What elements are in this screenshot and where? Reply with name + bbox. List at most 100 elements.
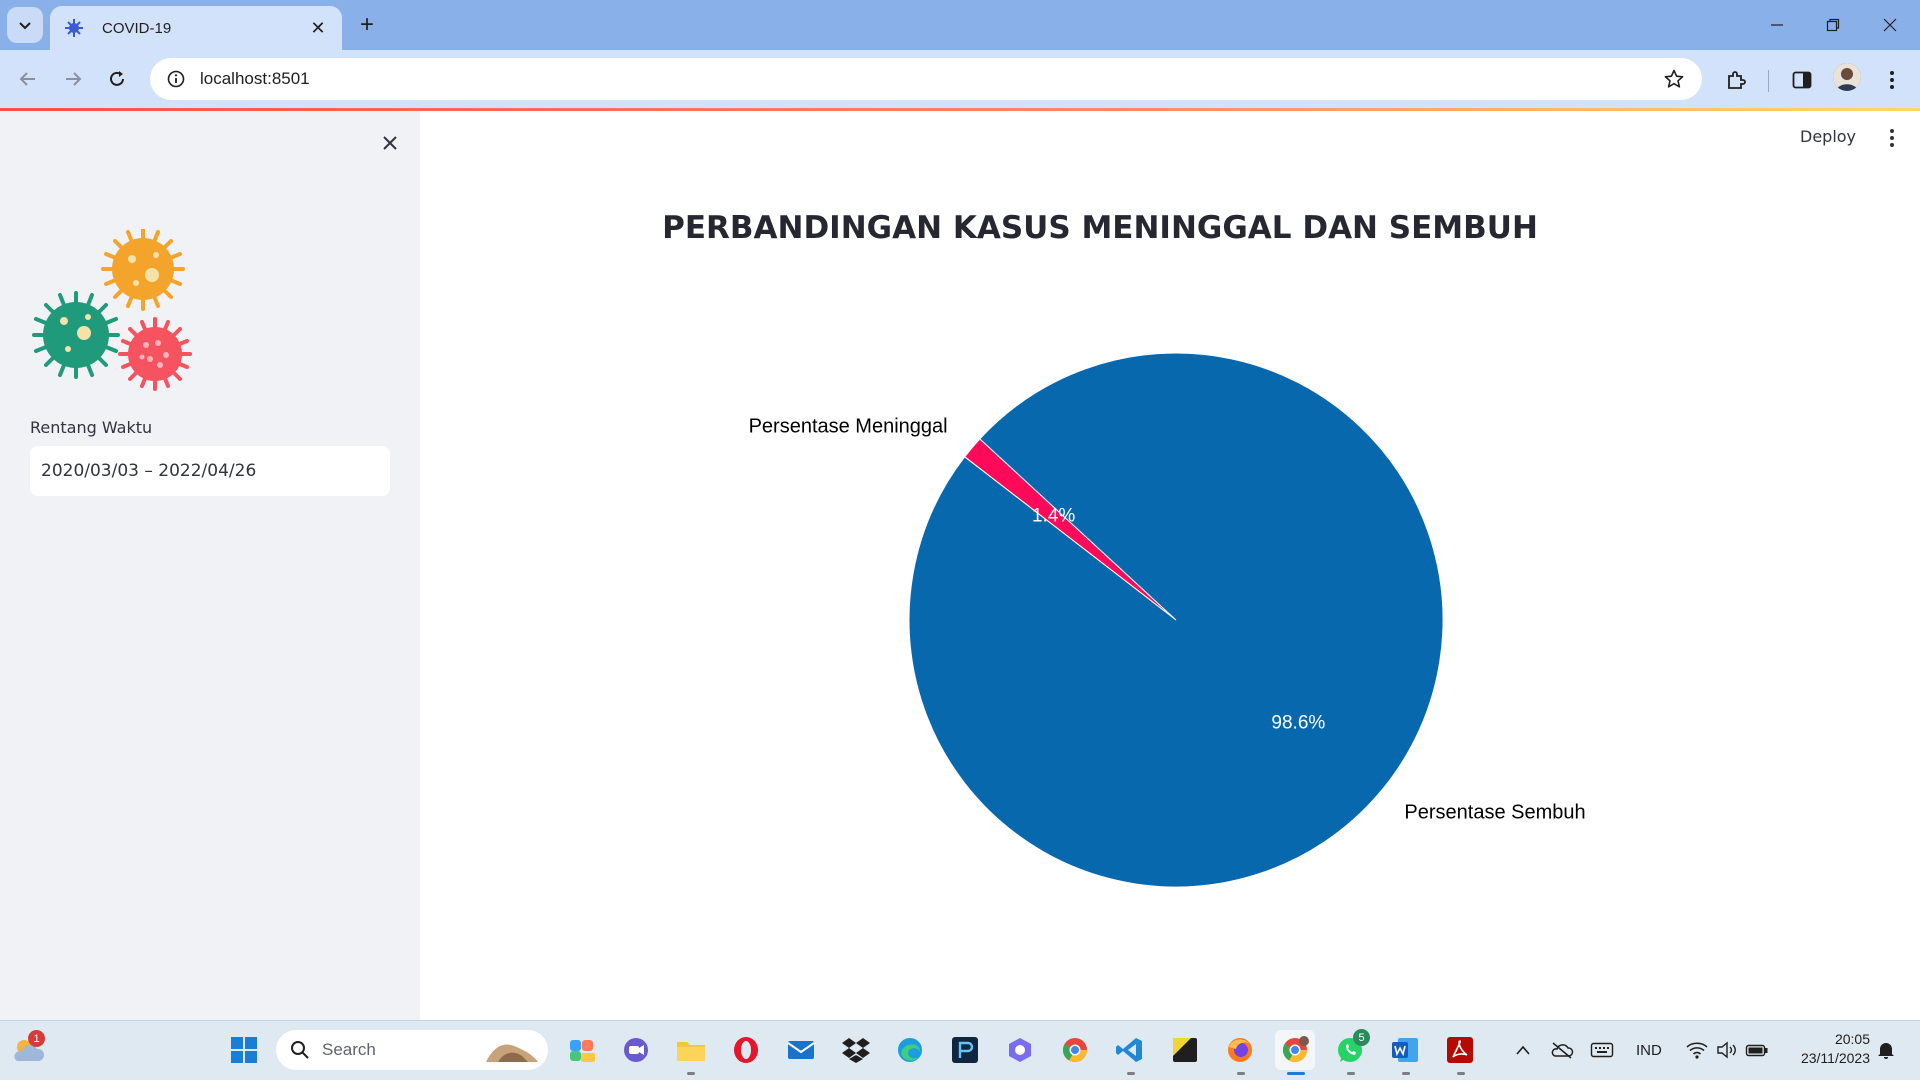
chrome-profile-icon <box>1282 1036 1309 1063</box>
taskbar-mail[interactable] <box>781 1030 821 1070</box>
start-button[interactable] <box>224 1030 264 1070</box>
forward-button[interactable] <box>56 62 90 96</box>
virus-favicon-icon <box>64 18 84 38</box>
whatsapp-badge: 5 <box>1353 1029 1370 1046</box>
pie-value-label-meninggal: 1.4% <box>1032 506 1075 527</box>
chevron-down-icon <box>19 22 31 30</box>
toolbar-divider <box>1768 70 1769 92</box>
more-vertical-icon <box>1890 129 1894 147</box>
taskbar-chrome-profile[interactable] <box>1275 1030 1315 1070</box>
tray-keyboard[interactable] <box>1582 1030 1622 1070</box>
tab-title: COVID-19 <box>102 19 172 37</box>
close-window-button[interactable] <box>1868 8 1912 42</box>
minimize-button[interactable] <box>1755 8 1799 42</box>
taskbar-word[interactable] <box>1385 1030 1425 1070</box>
sidebar: Rentang Waktu 2020/03/03 – 2022/04/26 <box>0 111 420 1020</box>
deploy-button[interactable]: Deploy <box>1800 127 1856 146</box>
search-label: Search <box>322 1040 376 1059</box>
back-button[interactable] <box>11 62 45 96</box>
taskbar-firefox[interactable] <box>1220 1030 1260 1070</box>
battery-charging-icon <box>1745 1044 1768 1057</box>
volume-icon <box>1717 1041 1736 1059</box>
running-indicator <box>1457 1072 1465 1075</box>
tab-search-button[interactable] <box>7 7 43 43</box>
edge-icon <box>898 1038 922 1062</box>
taskbar-copilot[interactable] <box>562 1030 602 1070</box>
date-range-label: Rentang Waktu <box>30 418 153 437</box>
taskbar-sticky-notes[interactable] <box>1165 1030 1205 1070</box>
chevron-up-icon <box>1516 1045 1530 1055</box>
running-indicator <box>1402 1072 1410 1075</box>
pie-value-label-sembuh: 98.6% <box>1271 712 1325 733</box>
profile-avatar[interactable] <box>1833 63 1861 91</box>
avatar-icon <box>1833 63 1861 91</box>
tray-battery[interactable] <box>1737 1030 1777 1070</box>
arrow-left-icon <box>19 72 35 86</box>
taskbar-dropbox[interactable] <box>836 1030 876 1070</box>
close-icon <box>1883 18 1897 32</box>
pie-category-label-meninggal: Persentase Meninggal <box>749 415 948 437</box>
clock-date: 23/11/2023 <box>1800 1050 1870 1066</box>
browser-tabbar: COVID-19 ✕ + <box>0 0 1920 50</box>
app-menu-button[interactable] <box>1882 126 1902 150</box>
tray-cloud[interactable] <box>1542 1030 1582 1070</box>
pdf-icon <box>1447 1037 1473 1063</box>
bell-icon <box>1878 1043 1894 1059</box>
bookmark-star-icon[interactable] <box>1662 67 1686 91</box>
browser-toolbar: localhost:8501 <box>0 50 1920 108</box>
restore-button[interactable] <box>1811 8 1855 42</box>
reload-icon <box>110 71 124 86</box>
chart-title: PERBANDINGAN KASUS MENINGGAL DAN SEMBUH <box>662 210 1538 246</box>
restore-icon <box>1826 18 1840 32</box>
minimize-icon <box>1771 24 1783 26</box>
virus-logo-icon <box>32 229 192 391</box>
chrome-icon <box>1062 1038 1087 1063</box>
firefox-icon <box>1228 1038 1252 1062</box>
opera-icon <box>734 1037 758 1063</box>
tray-overflow-button[interactable] <box>1503 1030 1543 1070</box>
taskbar-acrobat[interactable] <box>1440 1030 1480 1070</box>
dropbox-icon <box>842 1038 870 1063</box>
taskbar-meet[interactable] <box>616 1030 656 1070</box>
reload-button[interactable] <box>100 62 134 96</box>
windows-logo-icon <box>231 1037 257 1063</box>
taskbar-file-explorer[interactable] <box>671 1030 711 1070</box>
taskbar-clock[interactable]: 20:05 23/11/2023 <box>1780 1030 1870 1068</box>
taskbar-search[interactable]: Search <box>276 1030 548 1070</box>
pie-slice-sembuh <box>908 352 1444 888</box>
notifications-button[interactable] <box>1866 1030 1906 1070</box>
taskbar-app-dark[interactable] <box>945 1030 985 1070</box>
taskbar-chrome[interactable] <box>1055 1030 1095 1070</box>
search-highlight-icon <box>486 1044 538 1062</box>
taskbar-vscode[interactable] <box>1110 1030 1150 1070</box>
mail-icon <box>787 1041 815 1059</box>
vscode-icon <box>1116 1038 1142 1062</box>
running-indicator <box>687 1072 695 1075</box>
running-indicator <box>1347 1072 1355 1075</box>
browser-menu-button[interactable] <box>1877 65 1907 95</box>
video-chat-icon <box>624 1038 648 1062</box>
puzzle-icon <box>1728 71 1746 89</box>
side-panel-button[interactable] <box>1787 65 1817 95</box>
tray-language[interactable]: IND <box>1636 1042 1662 1059</box>
close-icon <box>383 136 397 150</box>
word-icon <box>1392 1038 1418 1062</box>
taskbar-edge[interactable] <box>890 1030 930 1070</box>
copilot-icon <box>570 1040 595 1062</box>
running-indicator <box>1237 1072 1245 1075</box>
copilot-app-icon <box>1009 1038 1031 1062</box>
browser-tab[interactable]: COVID-19 ✕ <box>50 6 342 50</box>
extensions-button[interactable] <box>1721 65 1751 95</box>
address-bar[interactable]: localhost:8501 <box>150 58 1702 100</box>
tab-close-icon[interactable]: ✕ <box>306 16 330 40</box>
taskbar-copilot-app[interactable] <box>1000 1030 1040 1070</box>
taskbar-opera[interactable] <box>726 1030 766 1070</box>
site-info-icon[interactable] <box>164 67 188 91</box>
sidebar-close-button[interactable] <box>376 129 404 157</box>
url-text: localhost:8501 <box>200 69 310 88</box>
terminal-app-icon <box>952 1037 978 1063</box>
date-range-input[interactable]: 2020/03/03 – 2022/04/26 <box>30 446 390 496</box>
new-tab-button[interactable]: + <box>352 10 382 40</box>
keyboard-icon <box>1590 1042 1614 1058</box>
running-indicator <box>1127 1072 1135 1075</box>
